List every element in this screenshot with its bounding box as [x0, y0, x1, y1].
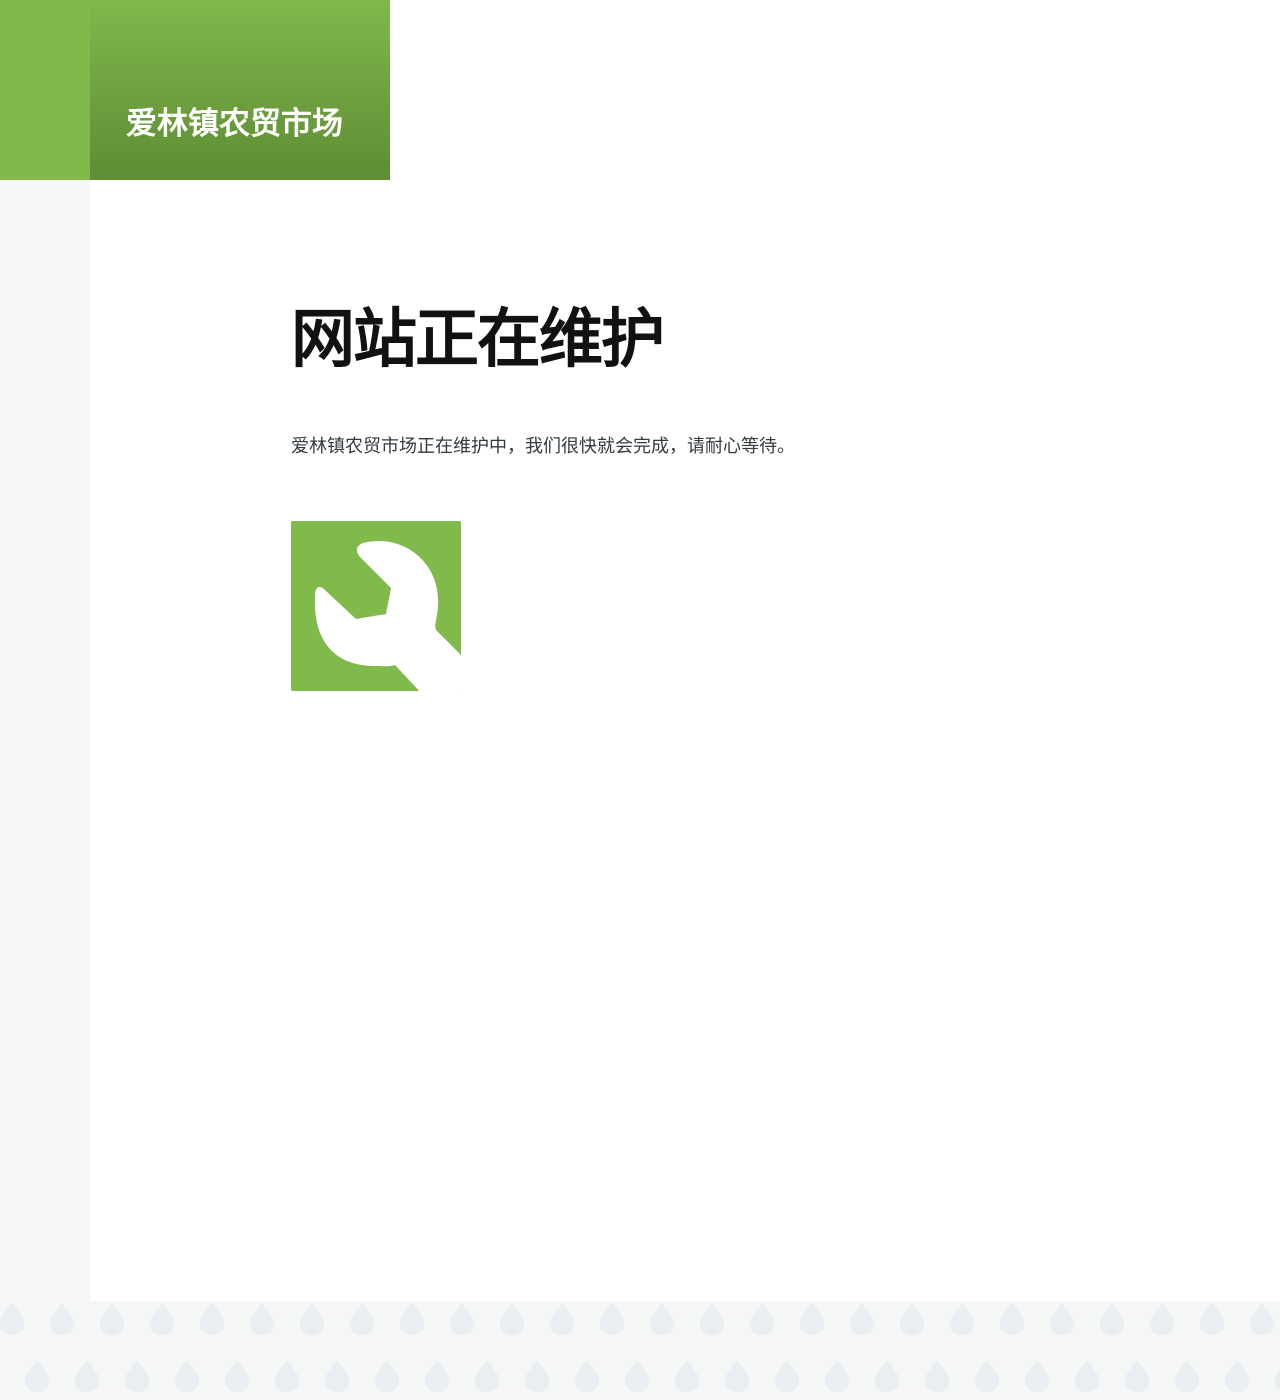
- maintenance-page: 爱林镇农贸市场 网站正在维护 爱林镇农贸市场正在维护中，我们很快就会完成，请耐心…: [0, 0, 1280, 1400]
- site-title: 爱林镇农贸市场: [126, 106, 343, 142]
- maintenance-heading: 网站正在维护: [291, 303, 665, 377]
- maintenance-content: 网站正在维护 爱林镇农贸市场正在维护中，我们很快就会完成，请耐心等待。: [291, 300, 1191, 691]
- drop-pattern-graphic: [0, 1301, 1280, 1400]
- wrench-icon: [291, 521, 461, 691]
- left-sidebar-strip: [0, 0, 90, 1301]
- maintenance-message: 爱林镇农贸市场正在维护中，我们很快就会完成，请耐心等待。: [291, 436, 795, 457]
- left-strip-accent: [0, 0, 90, 180]
- site-brand-block: 爱林镇农贸市场: [90, 0, 390, 180]
- footer-drop-pattern: [0, 1301, 1280, 1400]
